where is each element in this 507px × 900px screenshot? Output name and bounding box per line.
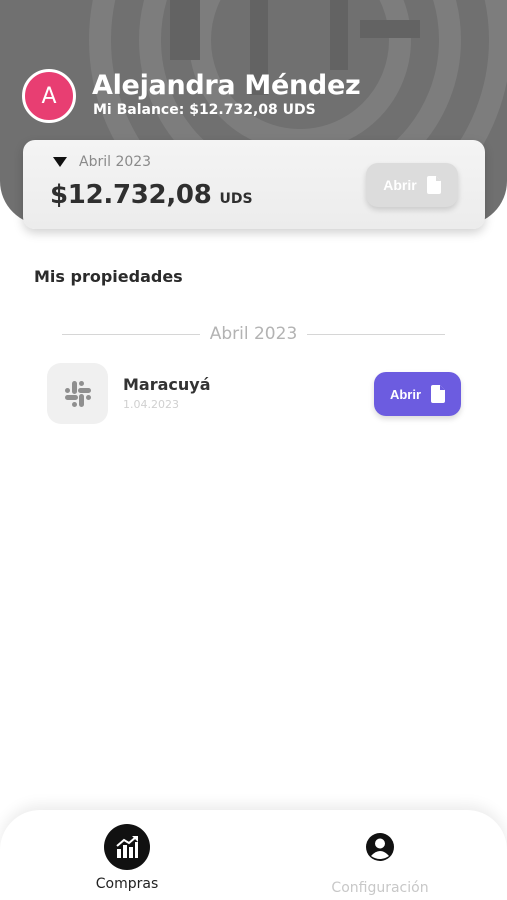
balance-currency: UDS	[219, 191, 253, 207]
slack-logo-icon	[64, 380, 91, 407]
balance-card: Abril 2023 $12.732,08 UDS Abrir	[23, 140, 485, 229]
property-logo	[47, 363, 108, 424]
balance-open-button[interactable]: Abrir	[366, 163, 458, 207]
period-selector[interactable]: Abril 2023	[53, 154, 151, 170]
balance-open-label: Abrir	[383, 177, 417, 193]
nav-label-configuracion: Configuración	[331, 880, 429, 896]
chart-growth-icon	[116, 836, 138, 858]
month-divider-label: Abril 2023	[209, 324, 298, 344]
document-icon	[426, 176, 441, 194]
caret-down-icon[interactable]	[53, 157, 67, 167]
avatar[interactable]: A	[22, 69, 76, 123]
nav-label-compras: Compras	[95, 876, 159, 892]
section-title: Mis propiedades	[34, 267, 183, 286]
document-icon	[431, 385, 446, 403]
month-divider: Abril 2023	[62, 322, 445, 346]
user-circle-icon	[366, 833, 394, 861]
divider-line	[62, 333, 200, 335]
user-name: Alejandra Méndez	[92, 70, 361, 101]
divider-line	[307, 333, 445, 335]
user-balance: Mi Balance: $12.732,08 UDS	[93, 102, 316, 118]
bottom-nav: Compras Configuración	[0, 810, 507, 900]
balance-amount: $12.732,08	[50, 180, 212, 210]
property-name: Maracuyá	[123, 375, 211, 394]
nav-icon-wrapper[interactable]	[357, 824, 403, 870]
property-item[interactable]: Maracuyá 1.04.2023 Abrir	[47, 363, 462, 425]
period-label: Abril 2023	[79, 154, 152, 170]
property-open-label: Abrir	[389, 386, 422, 402]
property-open-button[interactable]: Abrir	[374, 372, 461, 416]
nav-item-compras[interactable]: Compras	[47, 824, 207, 892]
property-date: 1.04.2023	[123, 398, 179, 411]
nav-item-configuracion[interactable]: Configuración	[300, 824, 460, 896]
balance-amount-row: $12.732,08 UDS	[50, 180, 253, 210]
nav-icon-wrapper[interactable]	[104, 824, 150, 870]
